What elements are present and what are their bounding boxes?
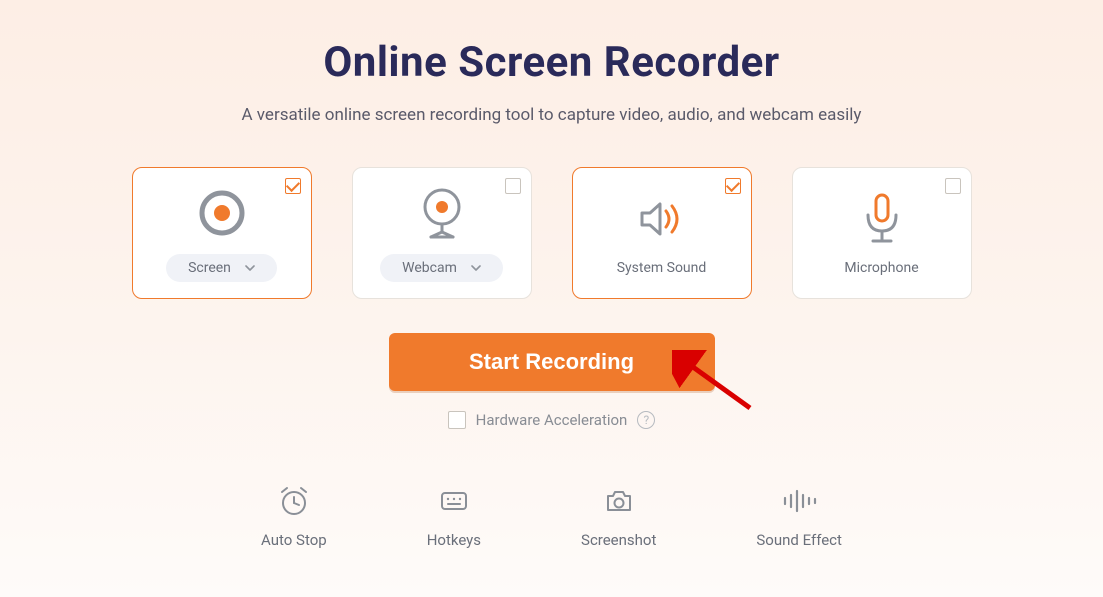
main-container: Online Screen Recorder A versatile onlin…: [0, 0, 1103, 549]
webcam-label: Webcam: [402, 260, 457, 276]
card-webcam[interactable]: Webcam: [352, 167, 532, 299]
hotkeys-label: Hotkeys: [427, 531, 481, 549]
screen-record-icon: [197, 184, 247, 242]
page-subtitle: A versatile online screen recording tool…: [242, 105, 862, 125]
hardware-acceleration-row: Hardware Acceleration ?: [448, 411, 656, 429]
alarm-clock-icon: [278, 485, 310, 517]
chevron-down-icon: [471, 263, 481, 273]
page-title: Online Screen Recorder: [323, 38, 779, 87]
speaker-icon: [636, 190, 688, 248]
checkbox-webcam[interactable]: [505, 178, 521, 194]
chevron-down-icon: [245, 263, 255, 273]
screen-label: Screen: [188, 260, 231, 276]
webcam-dropdown[interactable]: Webcam: [380, 254, 503, 282]
hardware-acceleration-label: Hardware Acceleration: [476, 411, 628, 429]
webcam-icon: [417, 184, 467, 242]
tool-hotkeys[interactable]: Hotkeys: [427, 485, 481, 549]
checkbox-microphone[interactable]: [945, 178, 961, 194]
card-microphone[interactable]: Microphone: [792, 167, 972, 299]
card-system-sound[interactable]: System Sound: [572, 167, 752, 299]
system-sound-label: System Sound: [617, 260, 707, 276]
tool-sound-effect[interactable]: Sound Effect: [756, 485, 842, 549]
sound-effect-label: Sound Effect: [756, 531, 842, 549]
auto-stop-label: Auto Stop: [261, 531, 327, 549]
tool-screenshot[interactable]: Screenshot: [581, 485, 656, 549]
microphone-label: Microphone: [844, 260, 918, 276]
microphone-icon: [859, 190, 905, 248]
sound-wave-icon: [781, 485, 817, 517]
checkbox-screen[interactable]: [285, 178, 301, 194]
help-icon[interactable]: ?: [637, 411, 655, 429]
screen-dropdown[interactable]: Screen: [166, 254, 277, 282]
screenshot-label: Screenshot: [581, 531, 656, 549]
camera-icon: [603, 485, 635, 517]
tools-row: Auto Stop Hotkeys Screens: [261, 485, 842, 549]
start-recording-button[interactable]: Start Recording: [389, 333, 715, 391]
keyboard-icon: [438, 485, 470, 517]
tool-auto-stop[interactable]: Auto Stop: [261, 485, 327, 549]
card-screen[interactable]: Screen: [132, 167, 312, 299]
source-cards: Screen: [132, 167, 972, 299]
checkbox-system-sound[interactable]: [725, 178, 741, 194]
checkbox-hardware-acceleration[interactable]: [448, 411, 466, 429]
